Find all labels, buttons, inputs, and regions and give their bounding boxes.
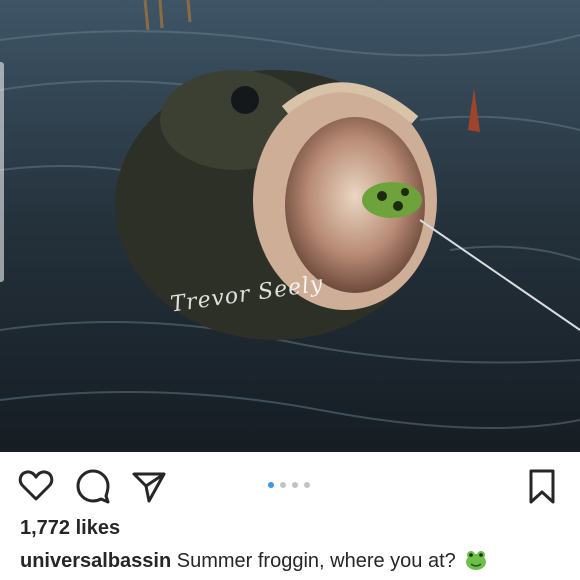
caption-text: Summer froggin, where you at? [176,550,456,572]
comment-button[interactable] [73,466,113,506]
share-button[interactable] [129,466,169,506]
carousel-indicator [268,482,310,488]
scroll-edge-indicator [0,62,4,282]
bass-with-frog-lure-image [0,0,580,452]
send-icon [132,472,166,503]
like-button[interactable] [16,466,56,506]
carousel-dot[interactable] [268,482,274,488]
carousel-dot[interactable] [304,482,310,488]
caption-username[interactable]: universalbassin [20,550,171,572]
post-caption: universalbassin Summer froggin, where yo… [20,549,487,573]
carousel-dot[interactable] [292,482,298,488]
bookmark-icon [529,469,555,504]
post-photo[interactable]: Trevor Seely [0,0,580,452]
carousel-dot[interactable] [280,482,286,488]
save-button[interactable] [522,466,562,506]
heart-icon [18,470,54,501]
frog-icon [466,551,487,570]
comment-icon [76,469,110,504]
likes-count[interactable]: 1,772 likes [20,517,120,540]
